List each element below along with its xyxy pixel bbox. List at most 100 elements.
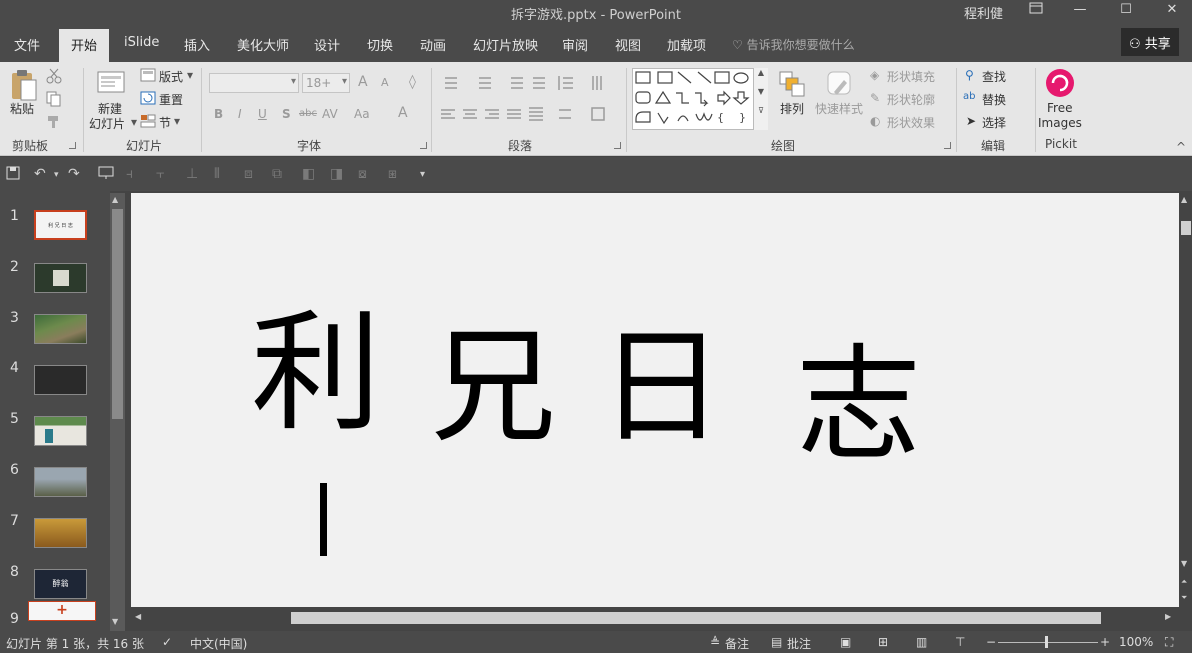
chevron-down-icon[interactable]: ▼ — [754, 87, 768, 96]
bold-button[interactable]: B — [214, 107, 223, 121]
clear-format-icon[interactable]: ◊ — [409, 74, 416, 90]
previous-slide-icon[interactable]: ⏶ — [1181, 577, 1187, 587]
shrink-font-icon[interactable]: A — [381, 76, 389, 89]
comments-icon[interactable]: ▤ — [771, 635, 782, 649]
tab-islide[interactable]: iSlide — [124, 35, 159, 50]
gallery-scroll[interactable]: ▲ ▼ ⊽ — [753, 68, 768, 130]
slide-thumbnail-2[interactable] — [34, 263, 87, 293]
zoom-slider-thumb[interactable] — [1045, 636, 1048, 648]
ungroup-icon[interactable]: ⧉ — [272, 166, 282, 182]
shapes-gallery[interactable]: {} — [632, 68, 768, 130]
chevron-down-icon[interactable]: ▾ — [131, 115, 137, 129]
send-backward-icon[interactable]: ◨ — [330, 166, 343, 182]
chevron-up-icon[interactable]: ▲ — [112, 195, 118, 204]
slide-char-zhi[interactable]: 志 — [796, 343, 921, 468]
layout-icon[interactable] — [140, 68, 156, 85]
scrollbar-thumb[interactable] — [1181, 221, 1191, 235]
underline-button[interactable]: U — [258, 107, 267, 121]
shape-effects-icon[interactable]: ◐ — [870, 114, 880, 128]
new-slide-label-2[interactable]: 幻灯片 — [89, 115, 125, 132]
shadow-button[interactable]: S — [282, 107, 291, 121]
bring-forward-icon[interactable]: ◧ — [302, 166, 315, 182]
tab-beautify[interactable]: 美化大师 — [237, 35, 289, 54]
scrollbar-thumb[interactable] — [112, 209, 123, 419]
slide-canvas[interactable]: 利 兄 日 志 — [131, 193, 1179, 607]
format-painter-icon[interactable] — [46, 114, 62, 133]
change-case-button[interactable]: Aa — [354, 107, 370, 121]
thumbnail-scrollbar[interactable]: ▲ ▼ — [110, 193, 125, 631]
zoom-slider[interactable] — [998, 642, 1098, 643]
slide-thumbnail-5[interactable] — [34, 416, 87, 446]
scrollbar-thumb[interactable] — [291, 612, 1101, 624]
slide-thumbnail-6[interactable] — [34, 467, 87, 497]
slide-char-li[interactable]: 利 — [251, 308, 381, 438]
collapse-ribbon-icon[interactable]: ^ — [1176, 140, 1186, 154]
shape-fill-label[interactable]: 形状填充 — [887, 68, 935, 85]
font-size-combobox[interactable]: 18+ ▾ — [302, 73, 350, 93]
notes-button[interactable]: 备注 — [725, 635, 749, 652]
chevron-down-icon[interactable]: ▾ — [187, 68, 193, 82]
reset-label[interactable]: 重置 — [159, 91, 183, 108]
undo-icon[interactable]: ↶ — [34, 166, 46, 182]
chevron-down-icon[interactable]: ▾ — [174, 114, 180, 128]
minimize-button[interactable]: — — [1070, 2, 1090, 20]
align-middle-icon[interactable]: ⊥ — [186, 166, 198, 182]
chevron-down-icon[interactable]: ▼ — [1181, 559, 1187, 568]
language-indicator[interactable]: 中文(中国) — [190, 635, 247, 652]
shape-effects-label[interactable]: 形状效果 — [887, 114, 935, 131]
chevron-down-icon[interactable]: ▼ — [112, 617, 118, 626]
paste-label[interactable]: 粘贴 — [10, 100, 34, 117]
grow-font-icon[interactable]: A — [358, 74, 368, 90]
zoom-in-icon[interactable]: + — [1100, 635, 1110, 649]
send-to-back-icon[interactable]: ⧆ — [388, 166, 397, 182]
section-icon[interactable] — [140, 114, 156, 131]
slide-thumbnail-1[interactable]: 利 兄 日 志 — [34, 210, 87, 240]
strikethrough-button[interactable]: abc — [299, 108, 317, 119]
slide-horizontal-scrollbar[interactable]: ◀ ▶ — [131, 609, 1179, 629]
tab-review[interactable]: 审阅 — [562, 35, 588, 54]
distribute-icon[interactable]: ⫴ — [214, 166, 220, 182]
slide-sorter-icon[interactable]: ⊞ — [878, 635, 888, 649]
save-icon[interactable] — [6, 166, 20, 184]
align-center-icon[interactable]: ⫟ — [156, 166, 164, 182]
tab-design[interactable]: 设计 — [314, 35, 340, 54]
tab-view[interactable]: 视图 — [615, 35, 641, 54]
new-slide-icon[interactable] — [96, 68, 126, 101]
chevron-up-icon[interactable]: ▲ — [1181, 195, 1187, 204]
slide-stroke-piece[interactable] — [320, 483, 327, 556]
gallery-more-icon[interactable]: ⊽ — [754, 106, 768, 115]
slide-char-ri[interactable]: 日 — [599, 325, 724, 450]
replace-label[interactable]: 替换 — [982, 91, 1006, 108]
tab-slideshow[interactable]: 幻灯片放映 — [473, 35, 538, 54]
pickit-label-1[interactable]: Free — [1047, 101, 1072, 115]
chevron-down-icon[interactable]: ▾ — [54, 170, 59, 180]
quick-styles-icon[interactable] — [826, 70, 854, 101]
zoom-level[interactable]: 100% — [1119, 635, 1153, 649]
reading-view-icon[interactable]: ▥ — [916, 635, 927, 649]
chevron-down-icon[interactable]: ▾ — [291, 76, 296, 87]
normal-view-icon[interactable]: ▣ — [840, 635, 851, 649]
align-left-icon[interactable]: ⫞ — [126, 166, 133, 182]
maximize-button[interactable]: ☐ — [1116, 2, 1136, 20]
chevron-left-icon[interactable]: ◀ — [135, 612, 141, 621]
find-icon[interactable]: ⚲ — [965, 68, 974, 82]
slide-thumbnail-7[interactable] — [34, 518, 87, 548]
bring-to-front-icon[interactable]: ⧇ — [358, 166, 367, 182]
tab-file[interactable]: 文件 — [14, 35, 40, 54]
font-color-button[interactable]: A — [398, 105, 408, 121]
char-spacing-button[interactable]: AV — [322, 107, 338, 121]
slide-thumbnail-8[interactable]: 醉翁 — [34, 569, 87, 599]
next-slide-icon[interactable]: ⏷ — [1181, 593, 1187, 603]
fit-to-window-icon[interactable]: ⛶ — [1165, 635, 1173, 650]
add-slide-button[interactable]: + — [28, 601, 96, 621]
pickit-label-2[interactable]: Images — [1038, 116, 1082, 130]
tell-me-search[interactable]: ♡ 告诉我你想要做什么 — [732, 36, 855, 53]
arrange-label[interactable]: 排列 — [780, 100, 804, 117]
shape-outline-icon[interactable]: ✎ — [870, 91, 880, 105]
section-label[interactable]: 节 — [159, 114, 171, 131]
chevron-down-icon[interactable]: ▾ — [342, 76, 347, 87]
shape-fill-icon[interactable]: ◈ — [870, 68, 879, 82]
quick-styles-label[interactable]: 快速样式 — [815, 100, 863, 117]
replace-icon[interactable]: ab — [963, 91, 975, 102]
italic-button[interactable]: I — [238, 107, 242, 121]
